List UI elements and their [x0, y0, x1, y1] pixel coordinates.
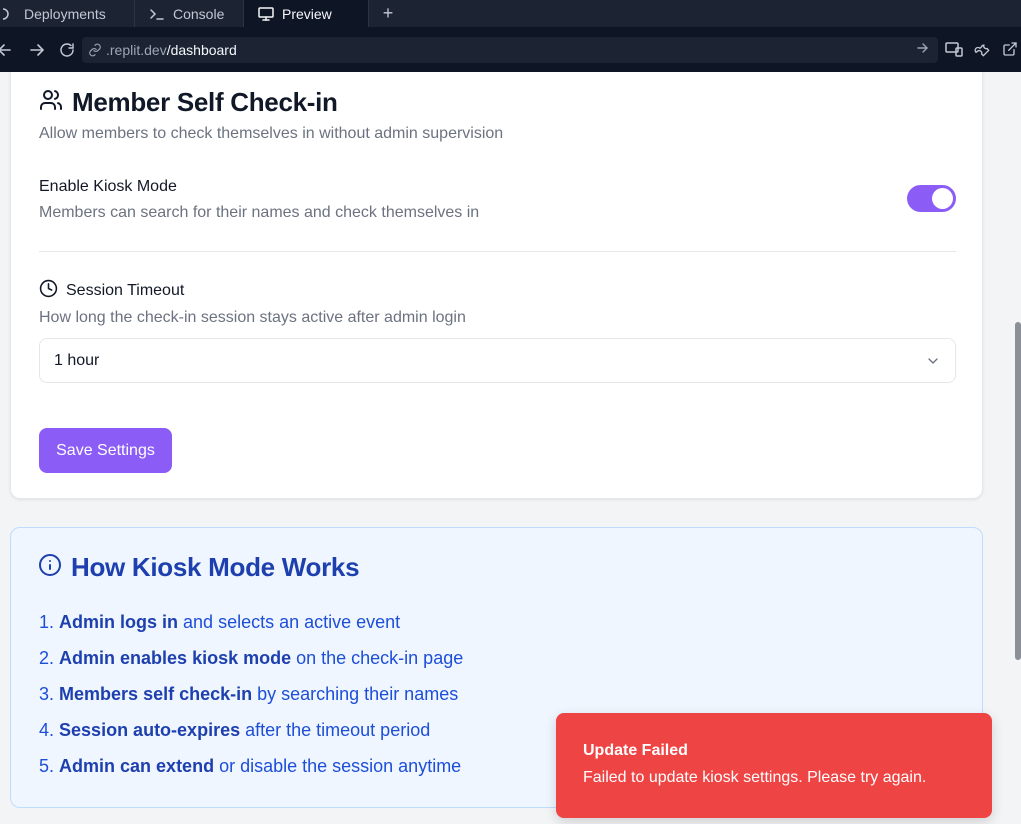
tab-label: Preview [282, 5, 332, 22]
kiosk-mode-description: Members can search for their names and c… [39, 204, 480, 221]
clock-icon [39, 279, 58, 303]
terminal-icon [149, 6, 165, 22]
list-item: 3. Members self check-in by searching th… [39, 684, 459, 704]
url-path: /dashboard [166, 42, 237, 58]
wrench-icon[interactable] [973, 37, 991, 61]
card-title-row: Member Self Check-in [39, 87, 338, 118]
url-domain: .replit.dev [106, 42, 167, 58]
session-timeout-label: Session Timeout [66, 282, 185, 299]
address-field[interactable]: .replit.dev/dashboard [82, 37, 938, 63]
chevron-down-icon [925, 353, 941, 374]
kiosk-mode-toggle[interactable] [907, 185, 956, 212]
toast-title: Update Failed [583, 742, 688, 759]
new-tab-button[interactable]: + [369, 0, 407, 27]
list-item: 5. Admin can extend or disable the sessi… [39, 756, 462, 776]
go-arrow-icon[interactable] [916, 41, 930, 58]
divider [39, 251, 956, 252]
card-title: Member Self Check-in [72, 87, 338, 117]
info-icon [38, 553, 62, 582]
list-item: 4. Session auto-expires after the timeou… [39, 720, 431, 740]
list-item: 1. Admin logs in and selects an active e… [39, 612, 401, 632]
users-icon [39, 88, 63, 117]
back-icon[interactable] [0, 35, 14, 65]
monitor-icon [258, 6, 274, 22]
tab-bar: Deployments Console Preview + [0, 0, 1021, 27]
toggle-knob [932, 188, 953, 209]
url-bar-actions [945, 37, 1019, 61]
self-checkin-settings-card: Member Self Check-in Allow members to ch… [10, 62, 983, 499]
reload-icon[interactable] [52, 35, 82, 65]
info-title-row: How Kiosk Mode Works [38, 552, 360, 583]
session-timeout-description: How long the check-in session stays acti… [39, 309, 466, 326]
card-subtitle: Allow members to check themselves in wit… [39, 125, 504, 142]
kiosk-mode-label: Enable Kiosk Mode [39, 178, 177, 195]
info-title: How Kiosk Mode Works [71, 552, 360, 582]
url-bar: .replit.dev/dashboard [0, 27, 1021, 72]
toast-message: Failed to update kiosk settings. Please … [583, 769, 927, 786]
session-timeout-label-row: Session Timeout [39, 279, 184, 303]
save-settings-button[interactable]: Save Settings [39, 428, 172, 473]
steps-list: 1. Admin logs in and selects an active e… [39, 611, 463, 791]
tab-console[interactable]: Console [135, 0, 244, 27]
tab-label: Deployments [24, 5, 106, 22]
session-timeout-value: 1 hour [54, 351, 100, 369]
list-item: 2. Admin enables kiosk mode on the check… [39, 648, 464, 668]
tab-label: Console [173, 5, 225, 22]
forward-icon[interactable] [22, 35, 52, 65]
error-toast[interactable]: Update Failed Failed to update kiosk set… [556, 713, 992, 818]
scrollbar-thumb[interactable] [1015, 322, 1021, 660]
external-link-icon[interactable] [1001, 37, 1019, 61]
link-icon [88, 43, 102, 57]
tab-deployments[interactable]: Deployments [0, 0, 135, 27]
deployments-icon [0, 6, 16, 22]
devices-icon[interactable] [945, 37, 963, 61]
session-timeout-select[interactable]: 1 hour [39, 338, 956, 383]
tab-preview[interactable]: Preview [244, 0, 369, 27]
